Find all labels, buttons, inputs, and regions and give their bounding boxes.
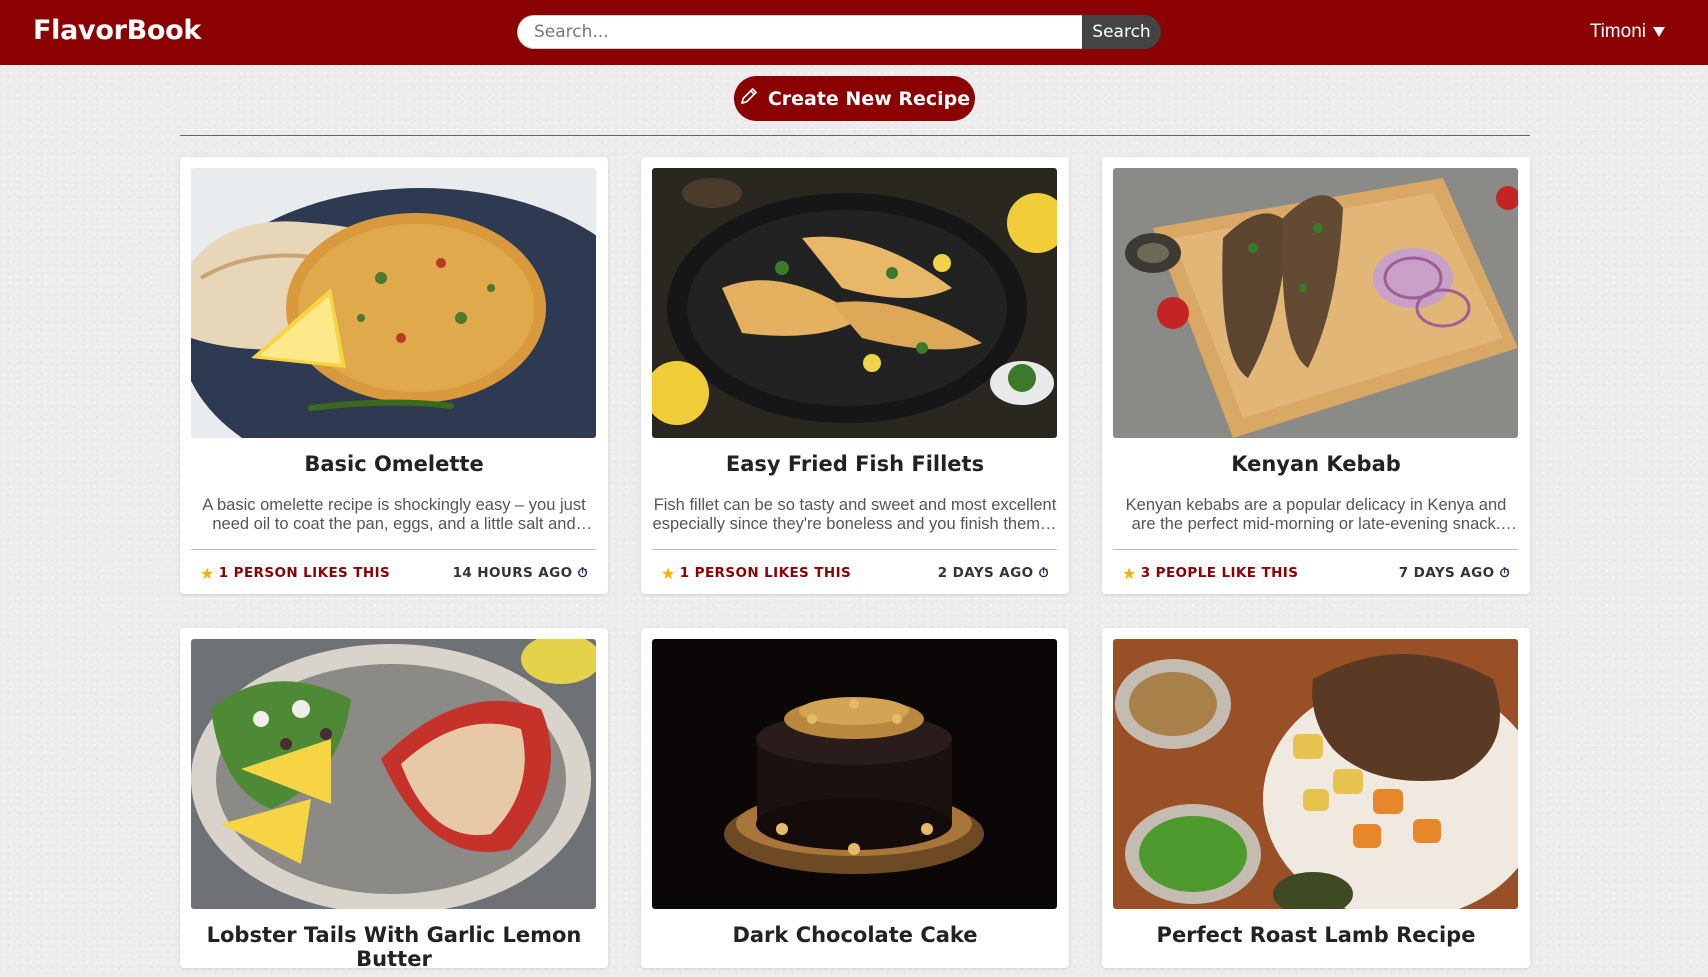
- card-footer: ★ 3 PEOPLE LIKE THIS 7 DAYS AGO ⏱: [1122, 563, 1510, 583]
- create-recipe-button[interactable]: Create New Recipe: [734, 76, 975, 121]
- recipe-image-chocolate-cake[interactable]: [652, 639, 1057, 909]
- recipe-description: Kenyan kebabs are a popular delicacy in …: [1125, 496, 1507, 536]
- top-navbar: FlavorBook Search Timoni: [0, 0, 1708, 65]
- recipe-title[interactable]: Perfect Roast Lamb Recipe: [1102, 923, 1530, 947]
- stopwatch-icon: ⏱: [1038, 565, 1049, 581]
- time-label: 2 DAYS AGO: [937, 565, 1034, 581]
- search-button[interactable]: Search: [1082, 15, 1161, 49]
- chevron-down-icon: [1653, 27, 1665, 37]
- create-recipe-label: Create New Recipe: [767, 87, 971, 110]
- recipe-image-kebab[interactable]: [1113, 168, 1518, 438]
- pencil-icon: [739, 86, 759, 111]
- recipe-card[interactable]: Lobster Tails With Garlic Lemon Butter: [180, 628, 608, 971]
- card-footer: ★ 1 PERSON LIKES THIS 2 DAYS AGO ⏱: [661, 563, 1049, 583]
- search-bar: Search: [517, 15, 1161, 49]
- recipe-card[interactable]: Basic Omelette A basic omelette recipe i…: [180, 157, 608, 594]
- recipe-image-omelette[interactable]: [191, 168, 596, 438]
- likes-label: 3 PEOPLE LIKE THIS: [1140, 565, 1299, 581]
- posted-time: 14 HOURS AGO ⏱: [453, 565, 588, 581]
- card-divider: [1113, 549, 1518, 550]
- user-name: Timoni: [1589, 21, 1646, 42]
- posted-time: 2 DAYS AGO ⏱: [938, 565, 1049, 581]
- likes-count[interactable]: ★ 1 PERSON LIKES THIS: [200, 564, 390, 583]
- recipe-title[interactable]: Easy Fried Fish Fillets: [641, 452, 1069, 476]
- star-icon: ★: [661, 563, 676, 583]
- time-label: 7 DAYS AGO: [1398, 565, 1495, 581]
- likes-count[interactable]: ★ 1 PERSON LIKES THIS: [661, 564, 851, 583]
- recipe-title[interactable]: Kenyan Kebab: [1102, 452, 1530, 476]
- card-divider: [191, 549, 596, 550]
- stopwatch-icon: ⏱: [1499, 565, 1510, 581]
- section-divider: [180, 135, 1530, 136]
- likes-count[interactable]: ★ 3 PEOPLE LIKE THIS: [1122, 564, 1298, 583]
- recipe-grid: Basic Omelette A basic omelette recipe i…: [180, 157, 1530, 977]
- brand-logo[interactable]: FlavorBook: [33, 15, 201, 46]
- recipe-title[interactable]: Lobster Tails With Garlic Lemon Butter: [180, 923, 608, 971]
- likes-label: 1 PERSON LIKES THIS: [679, 565, 852, 581]
- stopwatch-icon: ⏱: [577, 565, 588, 581]
- recipe-card[interactable]: Easy Fried Fish Fillets Fish fillet can …: [641, 157, 1069, 594]
- posted-time: 7 DAYS AGO ⏱: [1399, 565, 1510, 581]
- card-footer: ★ 1 PERSON LIKES THIS 14 HOURS AGO ⏱: [200, 563, 588, 583]
- card-divider: [652, 549, 1057, 550]
- star-icon: ★: [1122, 563, 1137, 583]
- likes-label: 1 PERSON LIKES THIS: [218, 565, 391, 581]
- recipe-title[interactable]: Dark Chocolate Cake: [641, 923, 1069, 947]
- recipe-card[interactable]: Dark Chocolate Cake: [641, 628, 1069, 968]
- recipe-title[interactable]: Basic Omelette: [180, 452, 608, 476]
- time-label: 14 HOURS AGO: [452, 565, 573, 581]
- recipe-card[interactable]: Kenyan Kebab Kenyan kebabs are a popular…: [1102, 157, 1530, 594]
- recipe-image-lobster[interactable]: [191, 639, 596, 909]
- search-input[interactable]: [517, 15, 1082, 49]
- recipe-image-roast-lamb[interactable]: [1113, 639, 1518, 909]
- star-icon: ★: [200, 563, 215, 583]
- recipe-image-fish-fillets[interactable]: [652, 168, 1057, 438]
- recipe-description: A basic omelette recipe is shockingly ea…: [202, 496, 586, 536]
- user-menu[interactable]: Timoni: [1590, 21, 1665, 43]
- recipe-description: Fish fillet can be so tasty and sweet an…: [652, 496, 1058, 536]
- recipe-card[interactable]: Perfect Roast Lamb Recipe: [1102, 628, 1530, 968]
